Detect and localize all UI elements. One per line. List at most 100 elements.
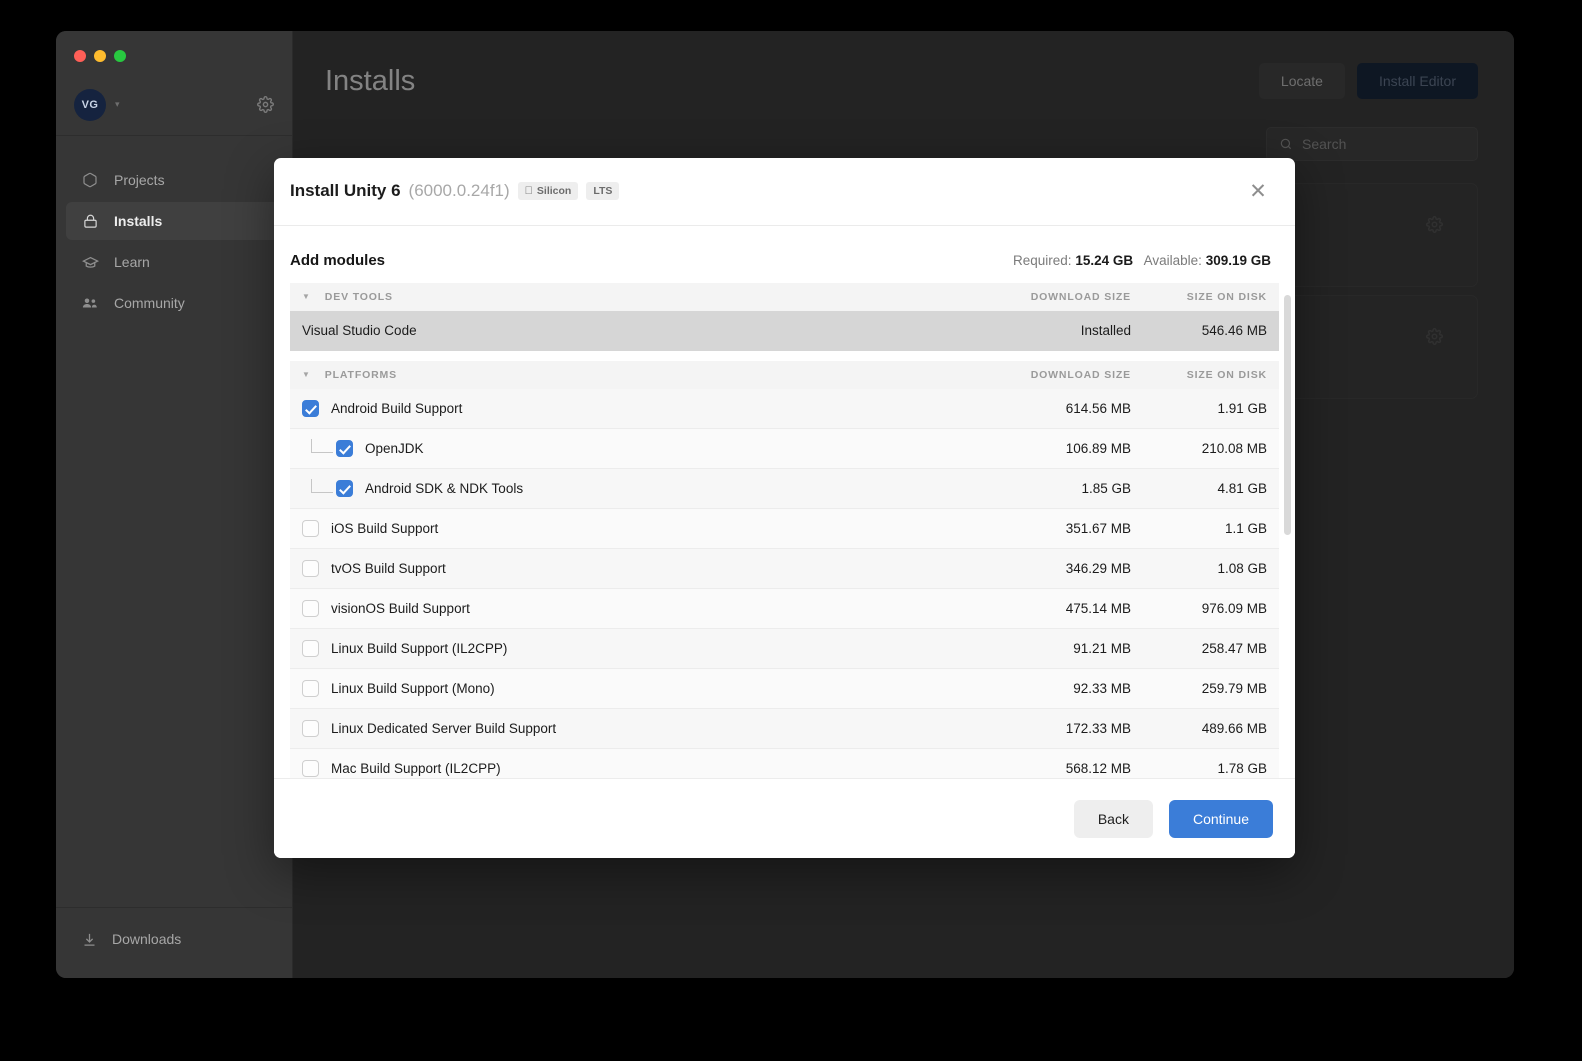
module-disk-size: 259.79 MB [1201,681,1267,696]
column-header-disk: SIZE ON DISK [1186,369,1267,381]
module-download-size: 1.85 GB [1081,481,1131,496]
group-header-platforms[interactable]: ▼ PLATFORMS DOWNLOAD SIZE SIZE ON DISK [290,361,1279,389]
download-icon [80,932,98,947]
module-disk-size: 1.08 GB [1217,561,1267,576]
table-row[interactable]: Linux Build Support (IL2CPP) 91.21 MB 25… [290,629,1279,669]
module-checkbox[interactable] [336,440,353,457]
group-header-dev-tools[interactable]: ▼ DEV TOOLS DOWNLOAD SIZE SIZE ON DISK [290,283,1279,311]
module-disk-size: 976.09 MB [1201,601,1267,616]
module-label: Android Build Support [331,401,463,416]
required-value: 15.24 GB [1075,253,1134,268]
chevron-down-icon[interactable]: ▾ [115,100,120,109]
table-row[interactable]: visionOS Build Support 475.14 MB 976.09 … [290,589,1279,629]
table-row[interactable]: Android Build Support 614.56 MB 1.91 GB [290,389,1279,429]
module-checkbox[interactable] [302,760,319,777]
minimize-window-button[interactable] [94,50,106,62]
column-header-download: DOWNLOAD SIZE [1030,291,1131,303]
module-download-size: 172.33 MB [1065,721,1131,736]
table-row[interactable]: Android SDK & NDK Tools 1.85 GB 4.81 GB [290,469,1279,509]
maximize-window-button[interactable] [114,50,126,62]
modal-footer: Back Continue [274,778,1295,858]
module-download-size: 91.21 MB [1073,641,1131,656]
modal-title: Install Unity 6 [290,180,401,200]
module-disk-size: 210.08 MB [1201,441,1267,456]
close-window-button[interactable] [74,50,86,62]
module-disk-size: 1.78 GB [1217,761,1267,776]
chevron-down-icon[interactable]: ▼ [302,371,311,379]
close-icon[interactable]: ✕ [1245,179,1271,205]
sidebar-item-installs[interactable]: Installs [66,202,282,240]
module-checkbox[interactable] [302,400,319,417]
module-download-size: 614.56 MB [1065,401,1131,416]
sidebar-item-downloads[interactable]: Downloads [56,922,292,956]
module-disk-size: 546.46 MB [1201,323,1267,338]
group-spacer [290,351,1279,361]
module-checkbox[interactable] [302,560,319,577]
list-scrollbar[interactable] [1284,295,1291,778]
module-checkbox[interactable] [302,520,319,537]
gear-icon[interactable] [257,96,274,113]
add-modules-row: Add modules Required: 15.24 GB Available… [274,226,1295,283]
module-list[interactable]: ▼ DEV TOOLS DOWNLOAD SIZE SIZE ON DISK V… [274,283,1295,778]
module-label: Linux Build Support (Mono) [331,681,495,696]
sidebar-item-label: Community [114,295,185,311]
group-title: DEV TOOLS [324,291,393,303]
module-disk-size: 489.66 MB [1201,721,1267,736]
tree-branch-icon [311,478,333,493]
module-checkbox[interactable] [302,640,319,657]
table-row[interactable]: Linux Build Support (Mono) 92.33 MB 259.… [290,669,1279,709]
sidebar-item-learn[interactable]: Learn [66,243,282,281]
module-checkbox[interactable] [302,680,319,697]
apple-icon:  [525,185,533,197]
table-row[interactable]: Linux Dedicated Server Build Support 172… [290,709,1279,749]
module-label: iOS Build Support [331,521,439,536]
install-modules-dialog: Install Unity 6 (6000.0.24f1)  Silicon … [274,158,1295,858]
available-label: Available: [1143,253,1202,268]
back-button[interactable]: Back [1073,799,1153,838]
module-label: tvOS Build Support [331,561,446,576]
module-download-size: 92.33 MB [1073,681,1131,696]
graduation-icon [80,254,100,271]
table-row[interactable]: tvOS Build Support 346.29 MB 1.08 GB [290,549,1279,589]
sidebar-nav: Projects Installs Learn Community [56,136,292,325]
continue-button[interactable]: Continue [1168,799,1273,838]
column-header-disk: SIZE ON DISK [1186,291,1267,303]
sidebar-item-projects[interactable]: Projects [66,161,282,199]
avatar[interactable]: VG [74,88,106,121]
module-checkbox[interactable] [302,600,319,617]
module-disk-size: 4.81 GB [1217,481,1267,496]
people-icon [80,294,100,312]
available-value: 309.19 GB [1205,253,1271,268]
account-row[interactable]: VG ▾ [56,74,292,136]
modal-title-group: Install Unity 6 (6000.0.24f1)  Silicon … [290,180,620,203]
sidebar-item-label: Downloads [112,931,182,947]
chevron-down-icon[interactable]: ▼ [302,293,311,301]
module-label: OpenJDK [365,441,424,456]
module-download-size: 346.29 MB [1065,561,1131,576]
module-label: Linux Dedicated Server Build Support [331,721,557,736]
silicon-badge-label: Silicon [528,185,571,199]
add-modules-label: Add modules [290,252,386,269]
module-label: Android SDK & NDK Tools [365,481,524,496]
module-label: Linux Build Support (IL2CPP) [331,641,508,656]
module-download-size: 475.14 MB [1065,601,1131,616]
size-summary: Required: 15.24 GB Available: 309.19 GB [1013,253,1271,268]
sidebar-item-community[interactable]: Community [66,284,282,322]
install-icon [80,214,100,229]
module-disk-size: 1.91 GB [1217,401,1267,416]
module-download-size: 351.67 MB [1065,521,1131,536]
table-row[interactable]: Mac Build Support (IL2CPP) 568.12 MB 1.7… [290,749,1279,778]
sidebar: VG ▾ Projects Installs Learn Community D… [56,31,293,978]
module-label: visionOS Build Support [331,601,470,616]
module-checkbox[interactable] [336,480,353,497]
modal-version: (6000.0.24f1) [408,180,510,200]
module-download-size: Installed [1080,323,1131,338]
table-row[interactable]: iOS Build Support 351.67 MB 1.1 GB [290,509,1279,549]
column-header-download: DOWNLOAD SIZE [1030,369,1131,381]
table-row[interactable]: Visual Studio Code Installed 546.46 MB [290,311,1279,351]
module-checkbox[interactable] [302,720,319,737]
tree-branch-icon [311,438,333,453]
modal-header: Install Unity 6 (6000.0.24f1)  Silicon … [274,158,1295,226]
table-row[interactable]: OpenJDK 106.89 MB 210.08 MB [290,429,1279,469]
scrollbar-thumb[interactable] [1284,295,1291,535]
